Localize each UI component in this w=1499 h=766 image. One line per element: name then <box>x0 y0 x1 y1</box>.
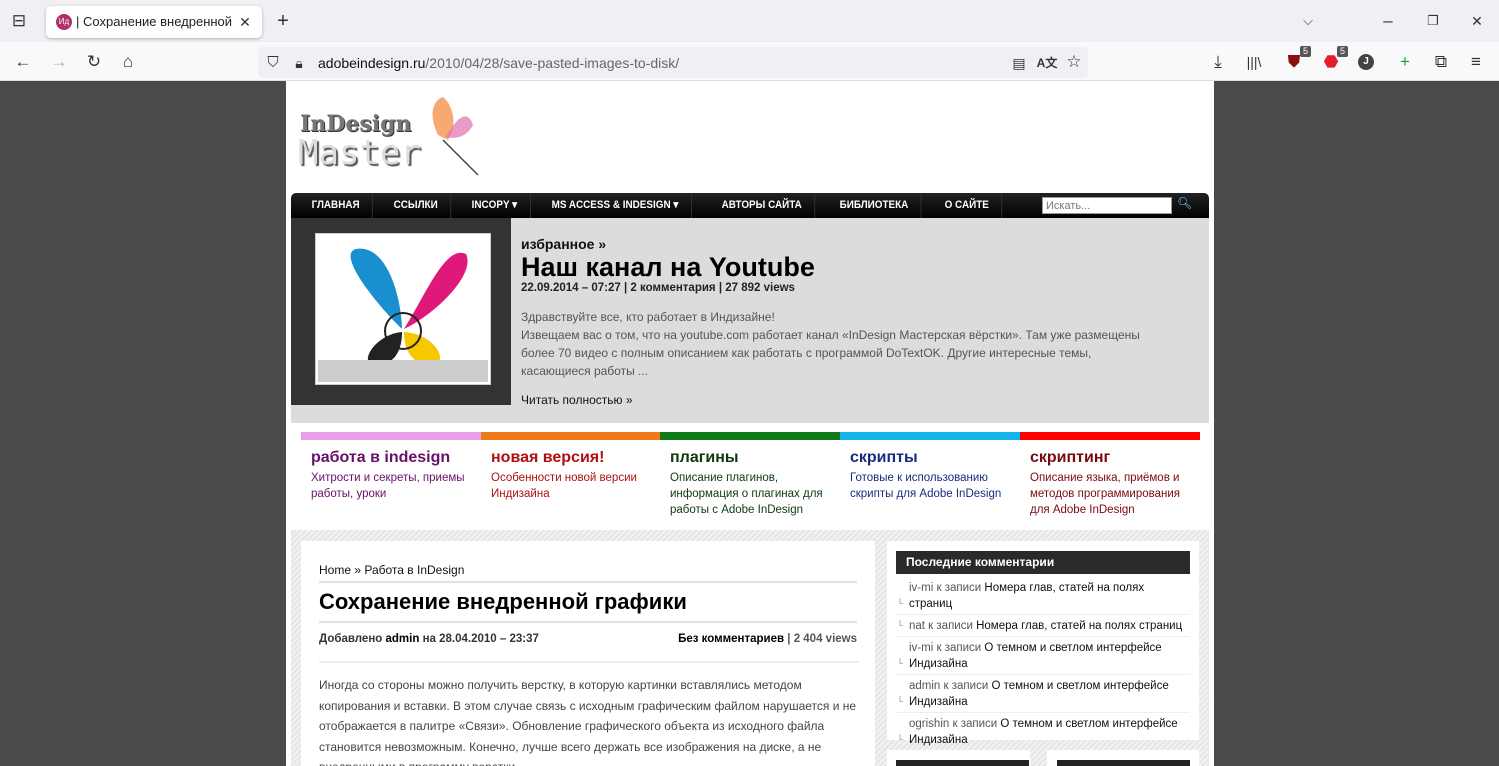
article: Home » Работа в InDesign Сохранение внед… <box>301 541 875 766</box>
butterfly-logo-icon <box>432 97 479 176</box>
chevron-down-icon[interactable]: ⌵ <box>1297 11 1319 31</box>
nav-about[interactable]: О САЙТЕ <box>932 193 1003 218</box>
home-icon[interactable]: ⌂ <box>117 52 139 72</box>
close-window-icon[interactable]: ✕ <box>1466 11 1488 31</box>
read-more-link[interactable]: Читать полностью » <box>521 393 633 407</box>
tab-list-icon[interactable]: ⊟ <box>8 11 30 31</box>
article-body: Иногда со стороны можно получить верстку… <box>319 678 857 766</box>
restore-icon[interactable]: ❐ <box>1422 11 1444 31</box>
article-title: Сохранение внедренной графики <box>319 589 687 614</box>
sidebar-widget <box>887 750 1030 766</box>
breadcrumb: Home » Работа в InDesign <box>319 563 465 577</box>
category-work[interactable]: работа в indesign Хитрости и секреты, при… <box>301 432 481 502</box>
main-nav: ГЛАВНАЯ ССЫЛКИ INCOPY ▾ MS ACCESS & INDE… <box>291 193 1209 218</box>
featured-image-frame <box>291 218 511 405</box>
dropdown-arrow-icon: ▾ <box>673 199 679 211</box>
featured-image[interactable] <box>315 233 491 385</box>
download-icon[interactable]: ⤓ <box>1207 52 1229 72</box>
ublock-icon[interactable]: ⛊ 5 <box>1283 46 1311 72</box>
close-tab-icon[interactable]: ✕ <box>234 12 256 32</box>
browser-tab[interactable]: Ид | Сохранение внедренной графики ✕ <box>46 6 262 38</box>
ublock-badge: 5 <box>1299 46 1311 57</box>
bookmark-star-icon[interactable]: ☆ <box>1063 52 1085 72</box>
article-meta: Добавлено admin на 28.04.2010 – 23:37 <box>319 633 539 645</box>
divider <box>319 621 857 623</box>
web-page: InDesign Master ГЛАВНАЯ ССЫЛКИ INCOPY ▾ … <box>286 81 1214 766</box>
comment-item[interactable]: admin к записи О темном и светлом интерф… <box>896 675 1190 713</box>
forward-icon[interactable]: → <box>48 52 70 72</box>
category-new-version[interactable]: новая версия! Особенности новой версии Ин… <box>481 432 661 502</box>
library-icon[interactable]: |||\ <box>1243 52 1265 72</box>
dropdown-arrow-icon: ▾ <box>512 199 518 211</box>
featured-title[interactable]: Наш канал на Youtube <box>521 252 815 283</box>
category-scripts[interactable]: скрипты Готовые к использованию скрипты д… <box>840 432 1020 502</box>
widget-header <box>896 760 1029 766</box>
breadcrumb-home[interactable]: Home <box>319 563 351 577</box>
profile-avatar[interactable]: J <box>1358 54 1374 70</box>
divider <box>319 581 857 583</box>
widget-header <box>1057 760 1190 766</box>
divider <box>319 661 859 663</box>
reader-view-icon[interactable]: ▤ <box>1008 53 1030 73</box>
nav-home[interactable]: ГЛАВНАЯ <box>299 193 374 218</box>
shield-icon[interactable]: ⛉ <box>262 53 284 73</box>
extensions-icon[interactable]: ⧉ <box>1430 52 1452 72</box>
featured-post: избранное » Наш канал на Youtube 22.09.2… <box>291 218 1209 423</box>
nav-ms-access[interactable]: MS ACCESS & INDESIGN ▾ <box>539 193 692 218</box>
comment-item[interactable]: nat к записи Номера глав, статей на поля… <box>896 615 1190 637</box>
comment-item[interactable]: iv-mi к записи О темном и светлом интерф… <box>896 637 1190 675</box>
minimize-icon[interactable]: – <box>1377 11 1399 31</box>
nav-authors[interactable]: АВТОРЫ САЙТА <box>709 193 816 218</box>
lock-icon[interactable]: 🔒︎ <box>288 53 310 73</box>
sidebar-widget <box>1047 750 1199 766</box>
comments-list: iv-mi к записи Номера глав, статей на по… <box>896 577 1190 751</box>
add-extension-icon[interactable]: + <box>1394 52 1416 72</box>
reload-icon[interactable]: ↻ <box>83 52 105 72</box>
adblock-icon[interactable]: ⬣ 5 <box>1320 46 1348 72</box>
search-input[interactable] <box>1042 197 1172 214</box>
nav-incopy[interactable]: INCOPY ▾ <box>459 193 531 218</box>
content-area: Home » Работа в InDesign Сохранение внед… <box>291 530 1209 766</box>
category-scripting[interactable]: скриптинг Описание языка, приёмов и метод… <box>1020 432 1200 518</box>
nav-links[interactable]: ССЫЛКИ <box>381 193 452 218</box>
comment-item[interactable]: iv-mi к записи Номера глав, статей на по… <box>896 577 1190 615</box>
article-stats: Без комментариев | 2 404 views <box>678 633 857 645</box>
search-icon[interactable]: 🔍︎ <box>1177 196 1192 210</box>
category-plugins[interactable]: плагины Описание плагинов, информация о п… <box>660 432 840 518</box>
tab-bar: ⊟ Ид | Сохранение внедренной графики ✕ +… <box>0 0 1499 42</box>
translate-icon[interactable]: A文 <box>1036 53 1058 73</box>
featured-meta: 22.09.2014 – 07:27 | 2 комментария | 27 … <box>521 282 795 294</box>
menu-icon[interactable]: ≡ <box>1465 52 1487 72</box>
comments-link[interactable]: 2 комментария <box>630 282 715 294</box>
abp-badge: 5 <box>1336 46 1348 57</box>
favicon-icon: Ид <box>56 14 72 30</box>
new-tab-icon[interactable]: + <box>272 11 294 31</box>
author-link[interactable]: admin <box>386 633 420 645</box>
url-bar[interactable]: ⛉ 🔒︎ adobeindesign.ru/2010/04/28/save-pa… <box>258 47 1088 78</box>
featured-kicker[interactable]: избранное » <box>521 236 606 252</box>
nav-library[interactable]: БИБЛИОТЕКА <box>827 193 922 218</box>
site-logo[interactable]: InDesign Master <box>298 95 479 176</box>
recent-comments-widget: Последние комментарии iv-mi к записи Ном… <box>887 541 1199 751</box>
comments-link[interactable]: Без комментариев <box>678 633 784 645</box>
comment-item[interactable]: ogrishin к записи О темном и светлом инт… <box>896 713 1190 751</box>
back-icon[interactable]: ← <box>12 52 34 72</box>
breadcrumb-category[interactable]: Работа в InDesign <box>364 563 464 577</box>
tab-title: | Сохранение внедренной графики <box>76 14 236 29</box>
featured-excerpt: Здравствуйте все, кто работает в Индизай… <box>521 310 1140 378</box>
url-text[interactable]: adobeindesign.ru/2010/04/28/save-pasted-… <box>318 55 679 71</box>
widget-title: Последние комментарии <box>896 551 1190 574</box>
